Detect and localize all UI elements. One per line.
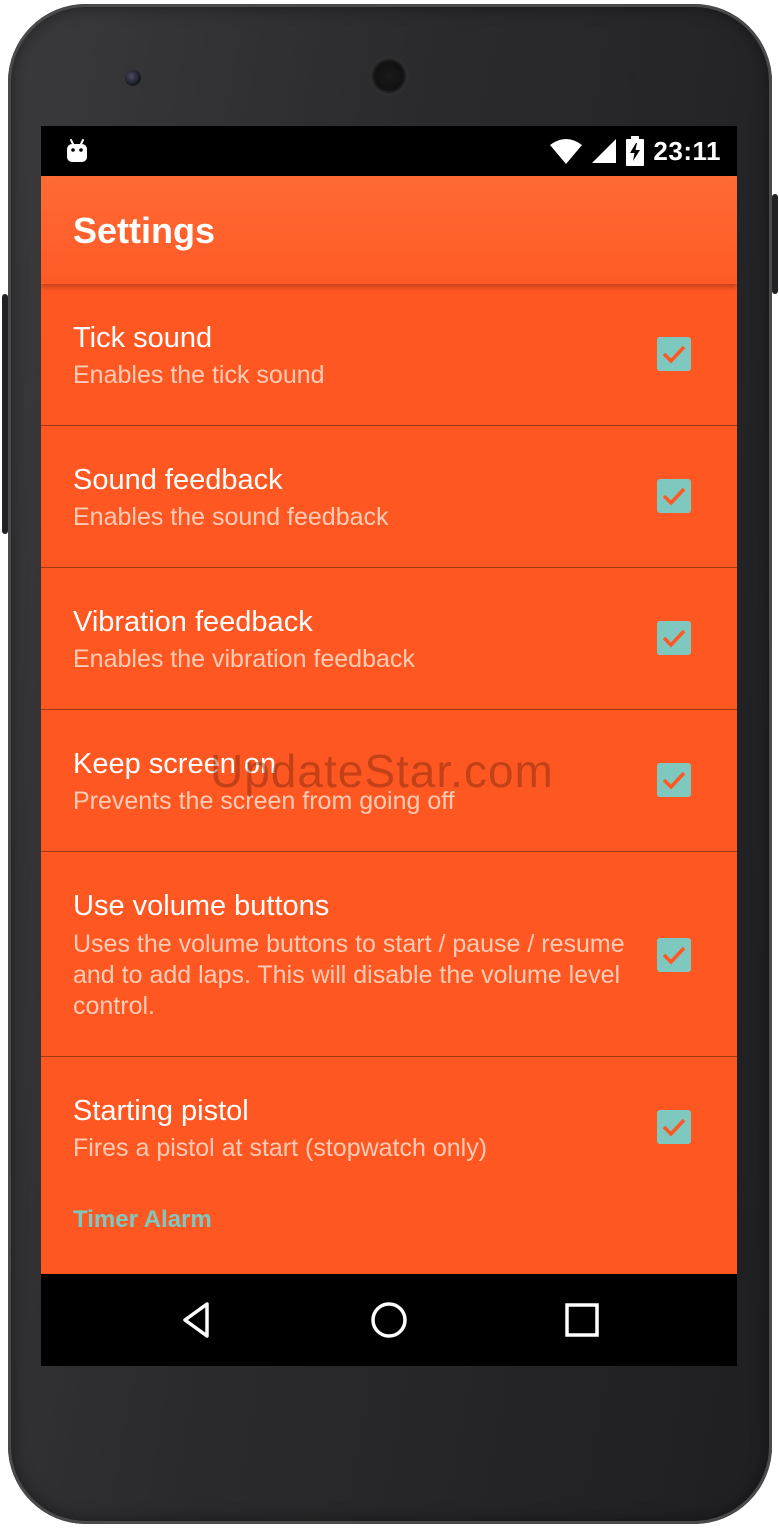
back-icon[interactable] — [177, 1300, 217, 1340]
status-icons: 23:11 — [549, 135, 721, 167]
keep-screen-on-checkbox[interactable] — [657, 763, 691, 797]
pref-summary: Enables the sound feedback — [73, 503, 389, 531]
pref-vibration-feedback[interactable]: Vibration feedback Enables the vibration… — [41, 568, 737, 710]
pref-summary: Enables the vibration feedback — [73, 645, 415, 673]
checkmark-icon — [662, 345, 686, 364]
android-icon — [67, 139, 87, 162]
status-bar: 23:11 — [41, 126, 737, 176]
wifi-icon — [550, 139, 583, 164]
pref-summary: Fires a pistol at start (stopwatch only) — [73, 1134, 488, 1162]
pref-summary: Enables the tick sound — [73, 361, 325, 389]
signal-icon — [592, 139, 617, 163]
front-camera — [125, 70, 141, 86]
checkmark-icon — [662, 629, 686, 648]
checkmark-icon — [662, 1118, 686, 1137]
light-sensor — [654, 75, 660, 81]
screen: 23:11 Settings Tick sound Enables the ti… — [41, 126, 737, 1366]
recents-icon[interactable] — [562, 1300, 602, 1340]
preferences-list: Tick sound Enables the tick sound Sound … — [41, 284, 737, 1274]
pref-sound-feedback[interactable]: Sound feedback Enables the sound feedbac… — [41, 426, 737, 568]
use-volume-buttons-checkbox[interactable] — [657, 938, 691, 972]
proximity-sensor — [628, 74, 636, 82]
power-key — [772, 194, 778, 294]
checkmark-icon — [662, 487, 686, 506]
pref-keep-screen-on[interactable]: Keep screen on Prevents the screen from … — [41, 710, 737, 852]
tick-sound-checkbox[interactable] — [657, 337, 691, 371]
pref-title: Keep screen on — [73, 748, 277, 780]
pref-title: Vibration feedback — [73, 606, 313, 638]
pref-title: Sound feedback — [73, 464, 283, 496]
pref-use-volume-buttons[interactable]: Use volume buttons Uses the volume butto… — [41, 852, 737, 1057]
pref-summary: Prevents the screen from going off — [73, 787, 455, 815]
earpiece-speaker — [371, 58, 407, 94]
app-bar: Settings — [41, 176, 737, 284]
section-header-timer-alarm: Timer Alarm — [73, 1206, 212, 1233]
phone-frame: 23:11 Settings Tick sound Enables the ti… — [2, 4, 778, 1524]
home-icon[interactable] — [369, 1300, 409, 1340]
pref-title: Tick sound — [73, 322, 213, 354]
pref-title: Use volume buttons — [73, 890, 330, 922]
checkmark-icon — [662, 771, 686, 790]
pref-title: Starting pistol — [73, 1095, 249, 1127]
status-time: 23:11 — [653, 135, 721, 166]
pref-starting-pistol[interactable]: Starting pistol Fires a pistol at start … — [41, 1057, 737, 1272]
checkmark-icon — [662, 946, 686, 965]
pref-summary: Uses the volume buttons to start / pause… — [73, 930, 625, 1020]
volume-key — [2, 294, 8, 534]
starting-pistol-checkbox[interactable] — [657, 1110, 691, 1144]
battery-charging-icon — [626, 136, 645, 166]
navigation-bar — [41, 1274, 737, 1366]
page-title: Settings — [73, 210, 216, 251]
vibration-feedback-checkbox[interactable] — [657, 621, 691, 655]
pref-tick-sound[interactable]: Tick sound Enables the tick sound — [41, 284, 737, 426]
sound-feedback-checkbox[interactable] — [657, 479, 691, 513]
